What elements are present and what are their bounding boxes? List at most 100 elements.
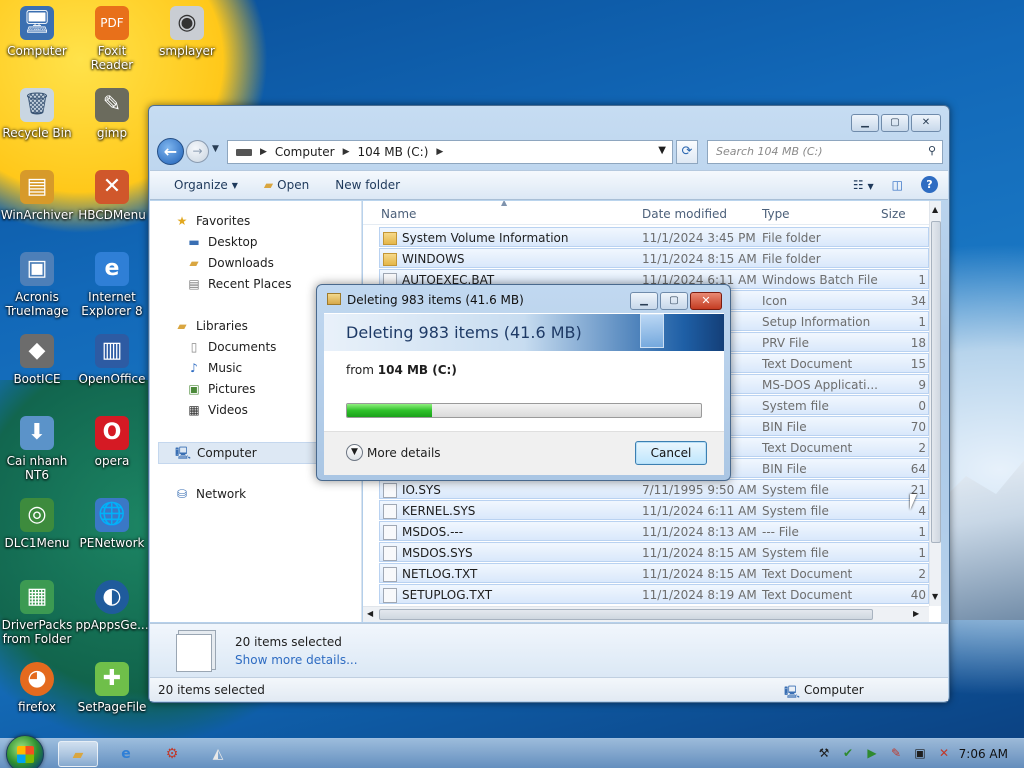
shell-icon: ◭ [212, 746, 224, 762]
file-row[interactable]: MSDOS.SYS 11/1/2024 8:15 AM System file 1 [379, 542, 929, 562]
details-count: 20 items selected [235, 635, 342, 649]
nav-network[interactable]: ⛁ Network [174, 486, 246, 502]
file-icon [383, 504, 397, 519]
breadcrumb-drive[interactable]: 104 MB (C:) [358, 145, 429, 159]
address-dropdown-icon[interactable]: ▼ [658, 145, 666, 156]
desktop-icon-winarchiver[interactable]: ▤ WinArchiver [0, 170, 74, 222]
minimize-button[interactable]: ▁ [851, 114, 879, 132]
view-options-icon[interactable]: ☷ ▼ [853, 178, 874, 192]
desktop-icon-dlc1menu[interactable]: ◎ DLC1Menu [0, 498, 74, 550]
dialog-maximize-button[interactable]: ▢ [660, 292, 688, 310]
file-row[interactable]: IO.SYS 7/11/1995 9:50 AM System file 21 [379, 479, 929, 499]
vertical-scroll-thumb[interactable] [931, 221, 941, 543]
column-name[interactable]: Name [381, 207, 416, 221]
show-more-details-link[interactable]: Show more details... [235, 653, 358, 667]
search-icon[interactable]: ⚲ [928, 144, 936, 157]
scroll-right-icon[interactable]: ▶ [913, 609, 919, 618]
desktop-icon-computer[interactable]: 🖥 Computer [0, 6, 74, 58]
desktop-icon-openoffice[interactable]: ▥ OpenOffice [75, 334, 149, 386]
open-button[interactable]: ▰ Open [264, 178, 309, 192]
tray-shield-icon[interactable]: ✔ [840, 745, 856, 761]
help-icon[interactable]: ? [921, 176, 938, 193]
desktop-icon-foxit-reader[interactable]: PDF Foxit Reader [75, 6, 149, 72]
tray-volume-icon[interactable]: ✕ [936, 745, 952, 761]
nav-libraries[interactable]: ▰ Libraries [174, 318, 247, 334]
taskbar-explorer[interactable]: ▰ [58, 741, 98, 767]
tray-play-icon[interactable]: ▶ [864, 745, 880, 761]
file-row[interactable]: System Volume Information 11/1/2024 3:45 … [379, 227, 929, 247]
column-size[interactable]: Size [881, 207, 906, 221]
taskbar-app-2[interactable]: ◭ [198, 741, 238, 767]
desktop-icon-bootice[interactable]: ◆ BootICE [0, 334, 74, 386]
horizontal-scroll-thumb[interactable] [379, 609, 873, 620]
desktop-icon-internet-explorer[interactable]: e Internet Explorer 8 [75, 252, 149, 318]
dialog-close-button[interactable]: ✕ [690, 292, 722, 310]
nav-videos[interactable]: ▦ Videos [186, 402, 248, 418]
chevron-right-icon[interactable]: ▶ [343, 147, 350, 157]
history-dropdown-icon[interactable]: ▼ [212, 144, 219, 154]
file-size: 1 [918, 315, 926, 329]
nav-recent-places[interactable]: ▤ Recent Places [186, 276, 291, 292]
breadcrumb-computer[interactable]: Computer [275, 145, 335, 159]
nav-documents[interactable]: ▯ Documents [186, 339, 277, 355]
column-date[interactable]: Date modified [642, 207, 727, 221]
scroll-left-icon[interactable]: ◀ [367, 609, 373, 618]
tray-app-icon[interactable]: ✎ [888, 745, 904, 761]
cancel-button[interactable]: Cancel [635, 441, 707, 465]
start-button[interactable] [6, 735, 44, 768]
tray-network-icon[interactable]: ▣ [912, 745, 928, 761]
scroll-up-icon[interactable]: ▲ [932, 205, 938, 214]
file-row[interactable]: MSDOS.--- 11/1/2024 8:13 AM --- File 1 [379, 521, 929, 541]
nav-pictures[interactable]: ▣ Pictures [186, 381, 255, 397]
organize-button[interactable]: Organize ▼ [174, 178, 238, 192]
desktop-icon-acronis[interactable]: ▣ Acronis TrueImage [0, 252, 74, 318]
folder-icon [383, 253, 397, 266]
file-row[interactable]: NETLOG.TXT 11/1/2024 8:15 AM Text Document… [379, 563, 929, 583]
chevron-right-icon[interactable]: ▶ [436, 147, 443, 157]
forward-button[interactable]: → [186, 140, 209, 163]
tray-tools-icon[interactable]: ⚒ [816, 745, 832, 761]
nav-desktop[interactable]: ▬ Desktop [186, 234, 257, 250]
file-row[interactable]: SETUPLOG.TXT 11/1/2024 8:19 AM Text Docume… [379, 584, 929, 604]
file-row[interactable]: WINDOWS 11/1/2024 8:15 AM File folder [379, 248, 929, 268]
from-value: 104 MB (C:) [377, 363, 457, 377]
desktop-icon-penetwork[interactable]: 🌐 PENetwork [75, 498, 149, 550]
nav-label: Recent Places [208, 277, 292, 291]
desktop-icon-ppappsge[interactable]: ◐ ppAppsGe... [75, 580, 149, 632]
desktop-icon-setpagefile[interactable]: ✚ SetPageFile [75, 662, 149, 714]
nav-favorites[interactable]: ★ Favorites [174, 213, 251, 229]
chevron-right-icon[interactable]: ▶ [260, 147, 267, 157]
address-bar[interactable]: ▶ Computer ▶ 104 MB (C:) ▶ ▼ [227, 140, 673, 164]
nav-downloads[interactable]: ▰ Downloads [186, 255, 274, 271]
desktop-icon-hbcdmenu[interactable]: ✕ HBCDMenu [75, 170, 149, 222]
horizontal-scrollbar[interactable]: ◀ ▶ [363, 606, 929, 622]
desktop-icon-cai-nhanh[interactable]: ⬇ Cai nhanh NT6 [0, 416, 74, 482]
more-details-toggle[interactable]: ▼ More details [346, 444, 441, 461]
desktop-icon-driverpacks[interactable]: ▦ DriverPacks from Folder [0, 580, 74, 646]
firefox-icon: ◕ [20, 662, 54, 696]
desktop-icon-smplayer[interactable]: ◉ smplayer [150, 6, 224, 58]
refresh-button[interactable]: ⟳ [676, 140, 698, 164]
vertical-scrollbar[interactable]: ▲ ▼ [929, 201, 941, 606]
file-row[interactable]: KERNEL.SYS 11/1/2024 6:11 AM System file 4 [379, 500, 929, 520]
taskbar-app[interactable]: ⚙ [152, 741, 192, 767]
dialog-minimize-button[interactable]: ▁ [630, 292, 658, 310]
desktop-icon-firefox[interactable]: ◕ firefox [0, 662, 74, 714]
scroll-down-icon[interactable]: ▼ [932, 592, 938, 601]
close-button[interactable]: ✕ [911, 114, 941, 132]
file-size: 2 [918, 567, 926, 581]
clock[interactable]: 7:06 AM [959, 747, 1008, 761]
preview-pane-icon[interactable]: ◫ [892, 178, 903, 192]
desktop-icon-gimp[interactable]: ✎ gimp [75, 88, 149, 140]
desktop-icon-recycle-bin[interactable]: 🗑 Recycle Bin [0, 88, 74, 140]
installer-icon: ⬇ [20, 416, 54, 450]
desktop-icon-opera[interactable]: Oopera [75, 416, 149, 468]
column-type[interactable]: Type [762, 207, 790, 221]
mouse-pointer-icon [910, 494, 917, 510]
nav-music[interactable]: ♪ Music [186, 360, 242, 376]
maximize-button[interactable]: ▢ [881, 114, 909, 132]
search-input[interactable]: Search 104 MB (C:) ⚲ [707, 140, 943, 164]
back-button[interactable]: ← [157, 138, 184, 165]
new-folder-button[interactable]: New folder [335, 178, 400, 192]
taskbar-internet-explorer[interactable]: e [106, 741, 146, 767]
